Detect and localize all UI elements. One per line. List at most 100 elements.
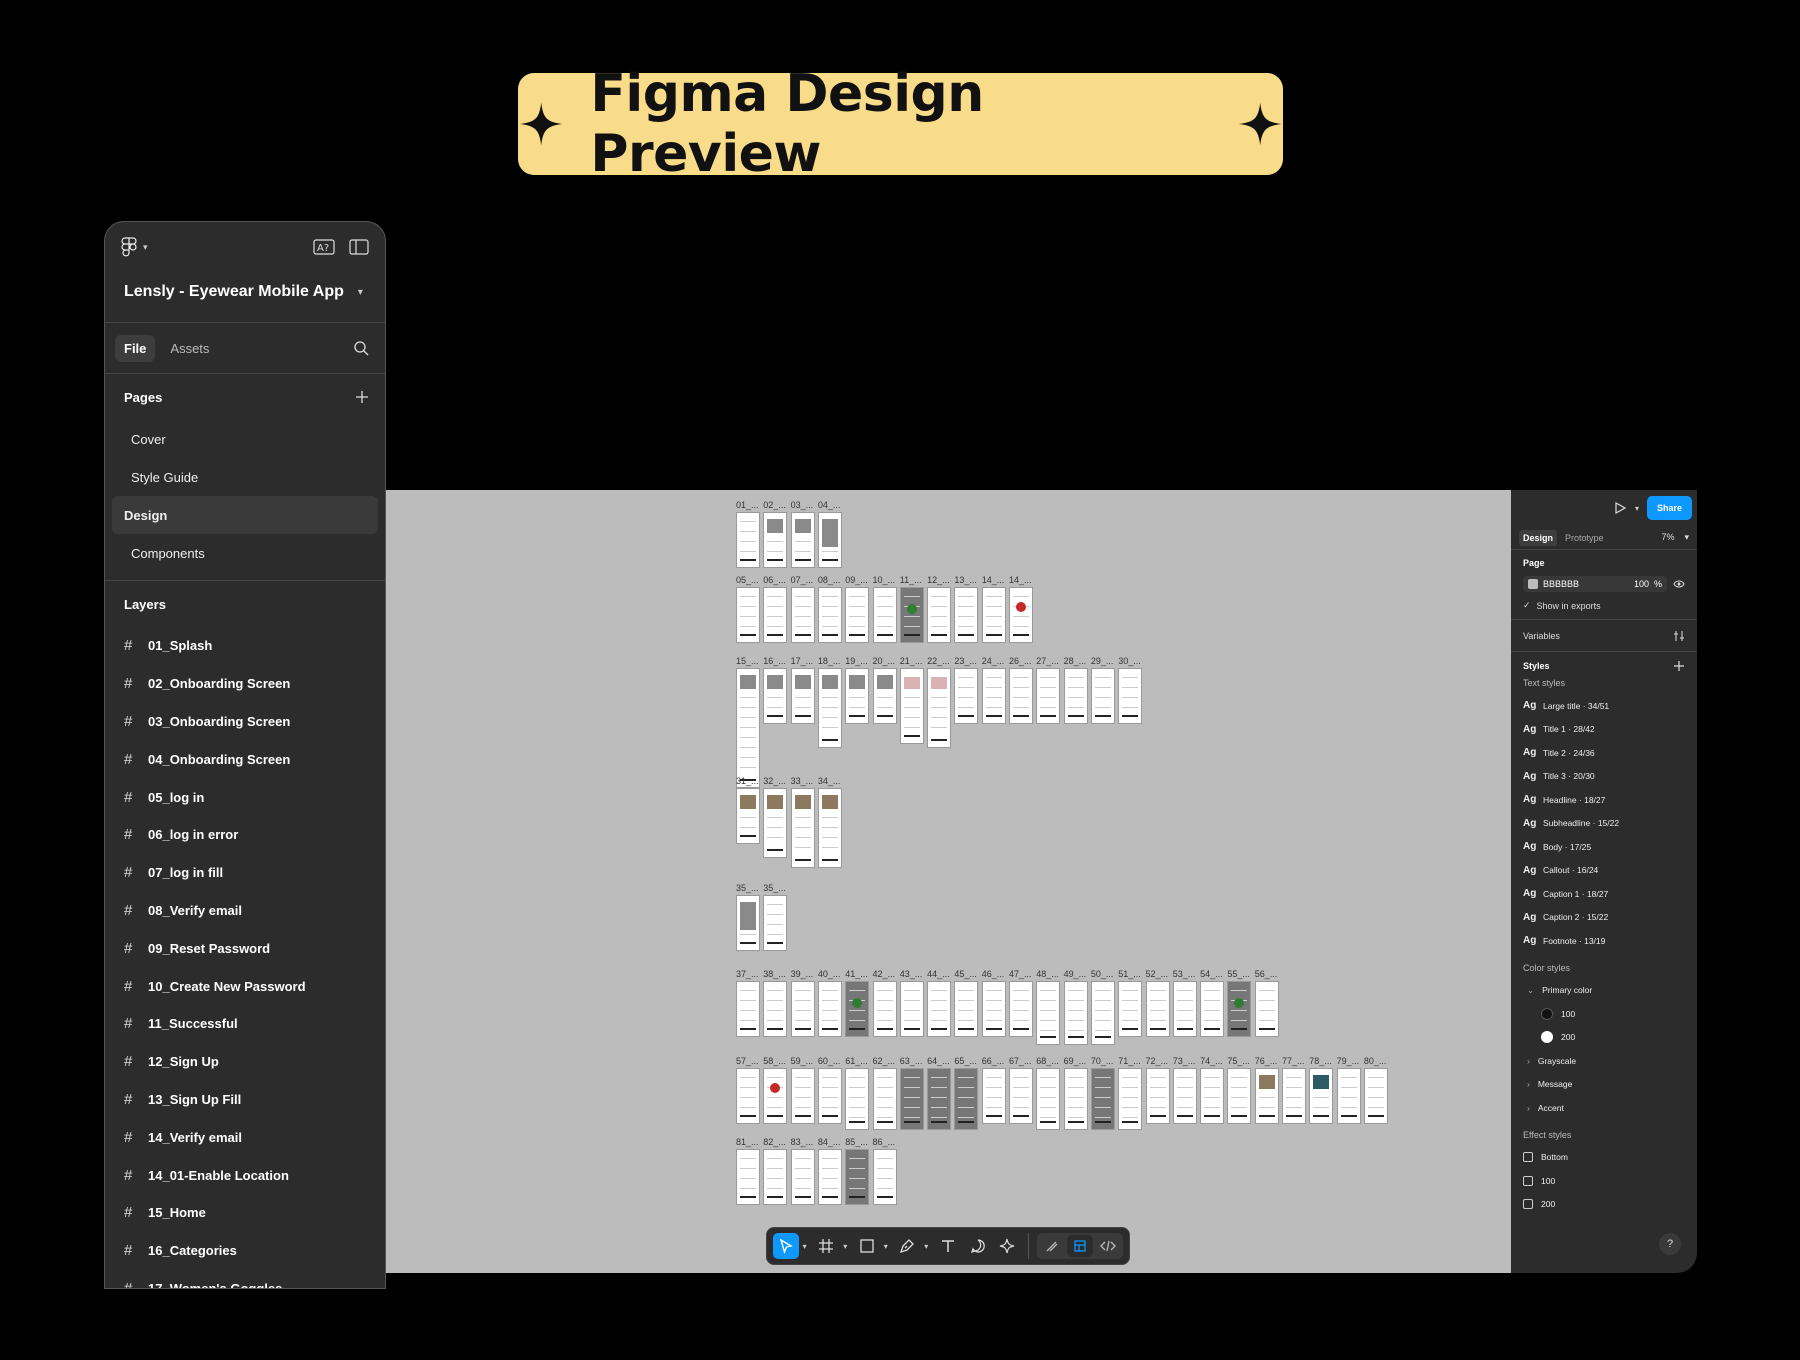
tab-design[interactable]: Design — [1519, 529, 1558, 546]
screen-frame[interactable] — [954, 587, 979, 643]
play-icon[interactable] — [1613, 501, 1627, 515]
frame-label[interactable]: 44_... — [927, 969, 950, 979]
frame-label[interactable]: 78_... — [1309, 1056, 1332, 1066]
frame-label[interactable]: 53_... — [1173, 969, 1196, 979]
text-style-item[interactable]: Ag Title 3 · 20/30 — [1523, 765, 1685, 789]
frame-label[interactable]: 51_... — [1118, 969, 1141, 979]
frame-label[interactable]: 19_... — [845, 656, 868, 666]
screen-frame[interactable] — [736, 788, 760, 844]
screen-frame[interactable] — [736, 981, 760, 1037]
layer-item[interactable]: #08_Verify email — [105, 892, 385, 930]
move-tool-button[interactable] — [773, 1233, 799, 1259]
screen-frame[interactable] — [1282, 1068, 1306, 1124]
screen-frame[interactable] — [790, 1068, 815, 1124]
frame-label[interactable]: 20_... — [873, 656, 896, 666]
screen-frame[interactable] — [1090, 668, 1115, 724]
color-group-grayscale[interactable]: › Grayscale — [1523, 1049, 1685, 1073]
screen-frame[interactable] — [763, 587, 788, 643]
layer-item[interactable]: #11_Successful — [105, 1005, 385, 1043]
screen-frame[interactable] — [736, 1068, 760, 1124]
text-style-item[interactable]: Ag Large title · 34/51 — [1523, 694, 1685, 718]
screen-frame[interactable] — [763, 512, 788, 568]
screen-frame[interactable] — [763, 788, 788, 858]
add-style-icon[interactable] — [1673, 660, 1685, 672]
screen-frame[interactable] — [817, 981, 842, 1037]
screen-frame[interactable] — [1118, 1068, 1143, 1130]
frame-label[interactable]: 79_... — [1337, 1056, 1360, 1066]
font-check-icon[interactable]: A? — [313, 239, 335, 255]
frame-label[interactable]: 61_... — [845, 1056, 868, 1066]
color-style-item[interactable]: 200 — [1523, 1026, 1685, 1050]
layer-item[interactable]: #05_log in — [105, 778, 385, 816]
screen-frame[interactable] — [1200, 1068, 1225, 1124]
screen-frame[interactable] — [1009, 668, 1033, 724]
frame-label[interactable]: 10_... — [873, 575, 896, 585]
screen-frame[interactable] — [845, 668, 870, 724]
layer-item[interactable]: #07_log in fill — [105, 854, 385, 892]
layer-item[interactable]: #04_Onboarding Screen — [105, 740, 385, 778]
frame-label[interactable]: 81_... — [736, 1137, 759, 1147]
frame-label[interactable]: 07_... — [791, 575, 814, 585]
effect-style-item[interactable]: 200 — [1523, 1193, 1685, 1217]
frame-label[interactable]: 16_... — [763, 656, 786, 666]
frame-tool-button[interactable] — [814, 1233, 840, 1259]
text-style-item[interactable]: Ag Body · 17/25 — [1523, 835, 1685, 859]
screen-frame[interactable] — [790, 1149, 815, 1205]
layer-item[interactable]: #01_Splash — [105, 627, 385, 665]
screen-frame[interactable] — [1145, 981, 1170, 1037]
frame-label[interactable]: 03_... — [791, 500, 814, 510]
screen-frame[interactable] — [736, 512, 760, 568]
screen-frame[interactable] — [981, 1068, 1006, 1124]
frame-label[interactable]: 46_... — [982, 969, 1005, 979]
layer-item[interactable]: #14_01-Enable Location — [105, 1156, 385, 1194]
frame-label[interactable]: 12_... — [927, 575, 950, 585]
fill-swatch[interactable] — [1528, 579, 1538, 589]
screen-frame[interactable] — [1227, 1068, 1252, 1124]
screen-frame[interactable] — [1227, 981, 1252, 1037]
chevron-down-icon[interactable]: ▾ — [1635, 504, 1639, 513]
frame-label[interactable]: 24_... — [982, 656, 1005, 666]
screen-frame[interactable] — [763, 981, 788, 1037]
frame-label[interactable]: 28_... — [1064, 656, 1087, 666]
screen-frame[interactable] — [872, 668, 897, 724]
frame-label[interactable]: 15_... — [736, 656, 759, 666]
screen-frame[interactable] — [872, 1149, 897, 1205]
screen-frame[interactable] — [981, 981, 1006, 1037]
frame-label[interactable]: 35_... — [736, 883, 759, 893]
screen-frame[interactable] — [817, 1149, 842, 1205]
frame-label[interactable]: 08_... — [818, 575, 841, 585]
screen-frame[interactable] — [899, 668, 924, 744]
chevron-down-icon[interactable]: ▾ — [884, 1242, 891, 1251]
frame-label[interactable]: 84_... — [818, 1137, 841, 1147]
frame-label[interactable]: 82_... — [763, 1137, 786, 1147]
frame-label[interactable]: 47_... — [1009, 969, 1032, 979]
main-menu-button[interactable]: ▾ — [121, 237, 148, 257]
layer-item[interactable]: #03_Onboarding Screen — [105, 703, 385, 741]
frame-label[interactable]: 39_... — [791, 969, 814, 979]
screen-frame[interactable] — [736, 895, 760, 951]
layer-item[interactable]: #16_Categories — [105, 1232, 385, 1270]
screen-frame[interactable] — [736, 668, 760, 788]
frame-label[interactable]: 17_... — [791, 656, 814, 666]
frame-label[interactable]: 34_... — [818, 776, 841, 786]
pen-tool-button[interactable] — [895, 1233, 921, 1259]
help-button[interactable]: ? — [1659, 1233, 1681, 1255]
screen-frame[interactable] — [1172, 981, 1197, 1037]
sidebar-toggle-icon[interactable] — [349, 239, 369, 255]
screen-frame[interactable] — [981, 668, 1006, 724]
frame-label[interactable]: 21_... — [900, 656, 923, 666]
screen-frame[interactable] — [899, 587, 924, 643]
frame-label[interactable]: 38_... — [763, 969, 786, 979]
layer-item[interactable]: #15_Home — [105, 1194, 385, 1232]
frame-label[interactable]: 60_... — [818, 1056, 841, 1066]
text-style-item[interactable]: Ag Caption 2 · 15/22 — [1523, 906, 1685, 930]
screen-frame[interactable] — [927, 1068, 952, 1130]
screen-frame[interactable] — [790, 587, 815, 643]
screen-frame[interactable] — [1090, 1068, 1115, 1130]
screen-frame[interactable] — [1254, 1068, 1279, 1124]
screen-frame[interactable] — [1036, 668, 1061, 724]
screen-frame[interactable] — [790, 981, 815, 1037]
screen-frame[interactable] — [954, 1068, 979, 1130]
tab-file[interactable]: File — [115, 334, 156, 362]
frame-label[interactable]: 71_... — [1118, 1056, 1141, 1066]
